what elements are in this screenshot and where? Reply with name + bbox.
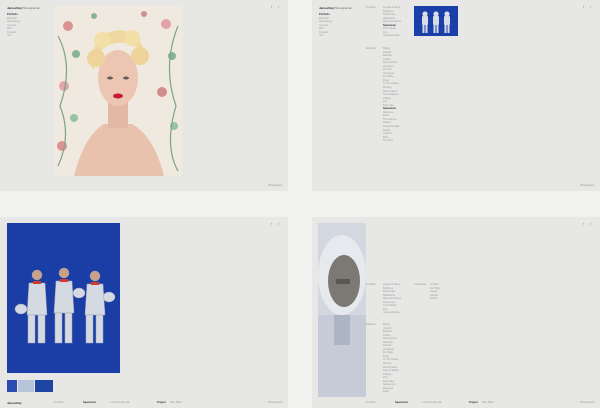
section-heading: Editorial (366, 323, 376, 326)
nav-item[interactable]: Info (319, 34, 332, 38)
footer-label: Photography (580, 184, 595, 187)
twitter-icon[interactable]: t (278, 4, 279, 9)
thumbnail[interactable] (7, 380, 17, 392)
portfolio-project-list: Angels & Bees Bathtime Fisherman Madelei… (383, 283, 401, 315)
thumbnail[interactable] (35, 380, 53, 392)
facebook-icon[interactable]: f (271, 4, 272, 9)
panel-portfolio-home: JamesDayPhotographer Portfolio Editorial… (0, 0, 288, 191)
thumbnails-toggle[interactable]: 1 Thumbnails (9) (422, 401, 441, 405)
breadcrumb-project[interactable]: Spacemen (395, 401, 408, 405)
twitter-icon[interactable]: t (278, 221, 279, 226)
section-heading: Editorial (366, 47, 376, 50)
project-link[interactable]: Fire Bird (383, 139, 399, 143)
footer-link[interactable]: Map (170, 401, 175, 405)
main-nav: Portfolio Editorial Advertising Journal … (319, 13, 332, 38)
editorial-project-list: Bailey Atlantic Bubbles Chairs Mannequin… (383, 323, 398, 394)
facebook-icon[interactable]: f (271, 221, 272, 226)
nav-item[interactable]: Info (7, 34, 20, 38)
thumbnail-strip (7, 380, 53, 392)
portfolio-project-list: Angels & Bees Bathtime Fisherman Madelei… (383, 6, 401, 38)
facebook-icon[interactable]: f (583, 221, 584, 226)
site-logo[interactable]: JamesDayPhotographer (7, 6, 40, 10)
breadcrumb-section[interactable]: Portfolio (366, 401, 376, 405)
footer-label: Photography (580, 401, 595, 404)
footer-link[interactable]: Beta (488, 401, 493, 405)
site-logo[interactable]: JamesDayPhotographer (319, 6, 352, 10)
footer-label: Photography (268, 401, 283, 404)
main-nav: Portfolio Editorial Advertising Journal … (7, 13, 20, 38)
panel-project-spacemen: f t JamesDay Portfolio Spacemen 1 Thumbn… (0, 217, 288, 408)
breadcrumb-section[interactable]: Portfolio (54, 401, 64, 405)
spaceman-closeup-photo[interactable] (318, 223, 366, 397)
project-info-link[interactable]: Project (469, 401, 478, 405)
thumbnail[interactable] (18, 380, 34, 392)
footer-link[interactable]: Beta (176, 401, 181, 405)
footer-label: Photography (268, 184, 283, 187)
section-heading: Portfolio (366, 6, 376, 9)
project-link[interactable]: Fields (430, 297, 441, 301)
project-link[interactable]: Dolls (383, 390, 398, 394)
site-logo[interactable]: JamesDay (7, 401, 22, 405)
portrait-photo[interactable] (54, 6, 182, 176)
project-info-link[interactable]: Project (157, 401, 166, 405)
footer-link[interactable]: Map (482, 401, 487, 405)
spacemen-thumbnail[interactable] (414, 6, 458, 36)
spacemen-photo[interactable] (7, 223, 120, 373)
landscape-project-list: Art Film Fur Baby Heads Rebels Fields (430, 283, 441, 301)
project-link[interactable]: Unsustainable (383, 34, 401, 38)
twitter-icon[interactable]: t (590, 4, 591, 9)
project-link[interactable]: Unsustainable (383, 311, 401, 315)
section-heading: Landscape (414, 283, 427, 286)
editorial-project-list: Bailey Atlantic Bubbles Chairs Mannequin… (383, 47, 399, 143)
panel-project-menu-overlay: Portfolio Angels & Bees Bathtime Fisherm… (312, 217, 600, 408)
panel-portfolio-menu: JamesDayPhotographer Portfolio Editorial… (312, 0, 600, 191)
breadcrumb-project[interactable]: Spacemen (83, 401, 96, 405)
section-heading: Portfolio (366, 283, 376, 286)
twitter-icon[interactable]: t (590, 221, 591, 226)
thumbnails-toggle[interactable]: 1 Thumbnails (9) (110, 401, 129, 405)
facebook-icon[interactable]: f (583, 4, 584, 9)
